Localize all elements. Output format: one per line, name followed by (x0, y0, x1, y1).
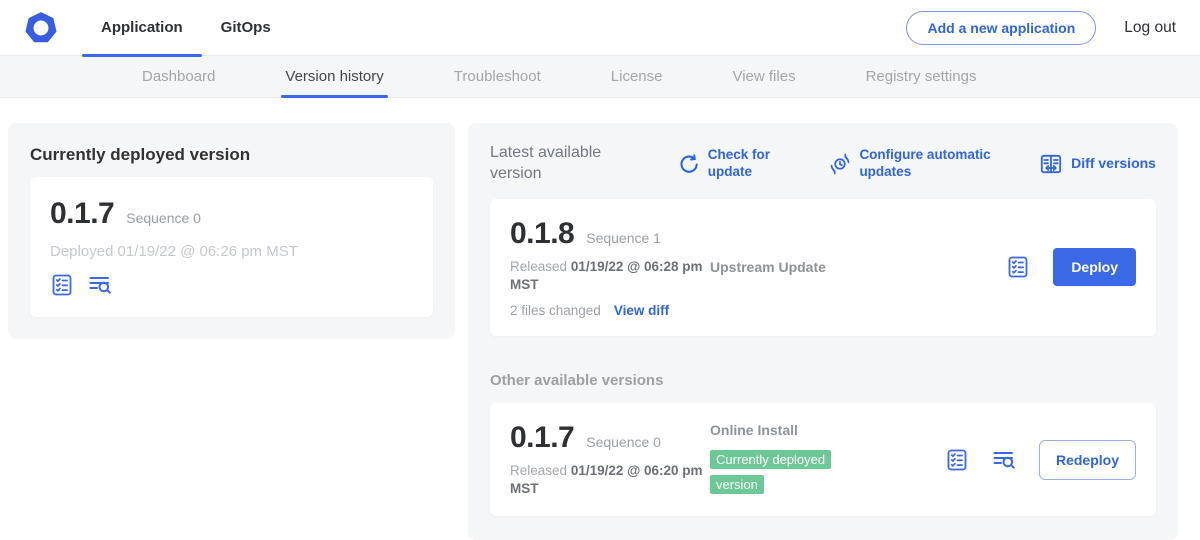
top-nav-bar: Application GitOps Add a new application… (0, 0, 1200, 56)
logout-link[interactable]: Log out (1124, 19, 1176, 37)
app-logo-icon (22, 9, 60, 47)
latest-released-timestamp: Released 01/19/22 @ 06:28 pm MST (510, 258, 710, 294)
other-release-row: 0.1.7 Sequence 0 Released 01/19/22 @ 06:… (490, 403, 1156, 516)
diff-versions-button[interactable]: Diff versions (1039, 152, 1156, 176)
preflight-checklist-icon[interactable] (945, 448, 969, 472)
files-changed-label: 2 files changed (510, 303, 601, 318)
view-diff-link[interactable]: View diff (614, 303, 669, 318)
subnav-view-files[interactable]: View files (732, 56, 795, 97)
subnav-registry-settings[interactable]: Registry settings (866, 56, 977, 97)
tab-application[interactable]: Application (82, 0, 202, 56)
preflight-checklist-icon[interactable] (50, 273, 74, 297)
subnav-dashboard[interactable]: Dashboard (142, 56, 215, 97)
deployed-sequence-label: Sequence 0 (126, 210, 201, 226)
latest-sequence-label: Sequence 1 (586, 230, 661, 246)
deployed-timestamp: Deployed 01/19/22 @ 06:26 pm MST (50, 243, 413, 260)
app-subnav: Dashboard Version history Troubleshoot L… (0, 56, 1200, 98)
other-released-timestamp: Released 01/19/22 @ 06:20 pm MST (510, 462, 710, 498)
other-versions-title: Other available versions (490, 372, 1156, 389)
deployed-version-row: 0.1.7 Sequence 0 (50, 197, 413, 231)
latest-release-actions: Deploy (1006, 248, 1136, 286)
other-release-source: Online Install Currently deployed versio… (710, 422, 945, 498)
add-application-button[interactable]: Add a new application (906, 11, 1096, 45)
latest-available-title: Latest available version (490, 143, 630, 185)
diff-search-icon[interactable] (992, 448, 1016, 472)
latest-available-header: Latest available version Check for updat… (490, 143, 1156, 185)
configure-automatic-updates-button[interactable]: Configure automatic updates (829, 147, 991, 181)
latest-release-row: 0.1.8 Sequence 1 Released 01/19/22 @ 06:… (490, 199, 1156, 336)
main-content: Currently deployed version 0.1.7 Sequenc… (0, 98, 1200, 540)
clock-refresh-icon (829, 153, 851, 175)
diff-search-icon[interactable] (88, 273, 112, 297)
diff-versions-icon (1039, 152, 1063, 176)
currently-deployed-badge: Currently deployed version (710, 450, 831, 495)
subnav-version-history[interactable]: Version history (285, 56, 383, 97)
top-nav-tabs: Application GitOps (82, 0, 290, 56)
other-version-number: 0.1.7 (510, 421, 574, 455)
latest-release-info: 0.1.8 Sequence 1 Released 01/19/22 @ 06:… (510, 217, 710, 318)
subnav-license[interactable]: License (611, 56, 663, 97)
preflight-checklist-icon[interactable] (1006, 255, 1030, 279)
tab-gitops[interactable]: GitOps (202, 0, 290, 56)
deployed-version-card: 0.1.7 Sequence 0 Deployed 01/19/22 @ 06:… (30, 177, 433, 317)
other-release-info: 0.1.7 Sequence 0 Released 01/19/22 @ 06:… (510, 421, 710, 498)
currently-deployed-card: Currently deployed version 0.1.7 Sequenc… (8, 123, 455, 339)
latest-version-number: 0.1.8 (510, 217, 574, 251)
deployed-version-number: 0.1.7 (50, 197, 114, 231)
top-bar-actions: Add a new application Log out (906, 11, 1176, 45)
other-release-actions: Redeploy (945, 440, 1136, 480)
check-for-update-button[interactable]: Check for update (678, 147, 782, 181)
deploy-button[interactable]: Deploy (1053, 248, 1136, 286)
other-sequence-label: Sequence 0 (586, 434, 661, 450)
subnav-troubleshoot[interactable]: Troubleshoot (454, 56, 541, 97)
currently-deployed-title: Currently deployed version (30, 145, 433, 165)
latest-release-source: Upstream Update (710, 259, 1006, 275)
redeploy-button[interactable]: Redeploy (1039, 440, 1136, 480)
refresh-icon (678, 153, 700, 175)
latest-available-card: Latest available version Check for updat… (468, 123, 1178, 540)
deployed-icon-row (50, 273, 413, 297)
